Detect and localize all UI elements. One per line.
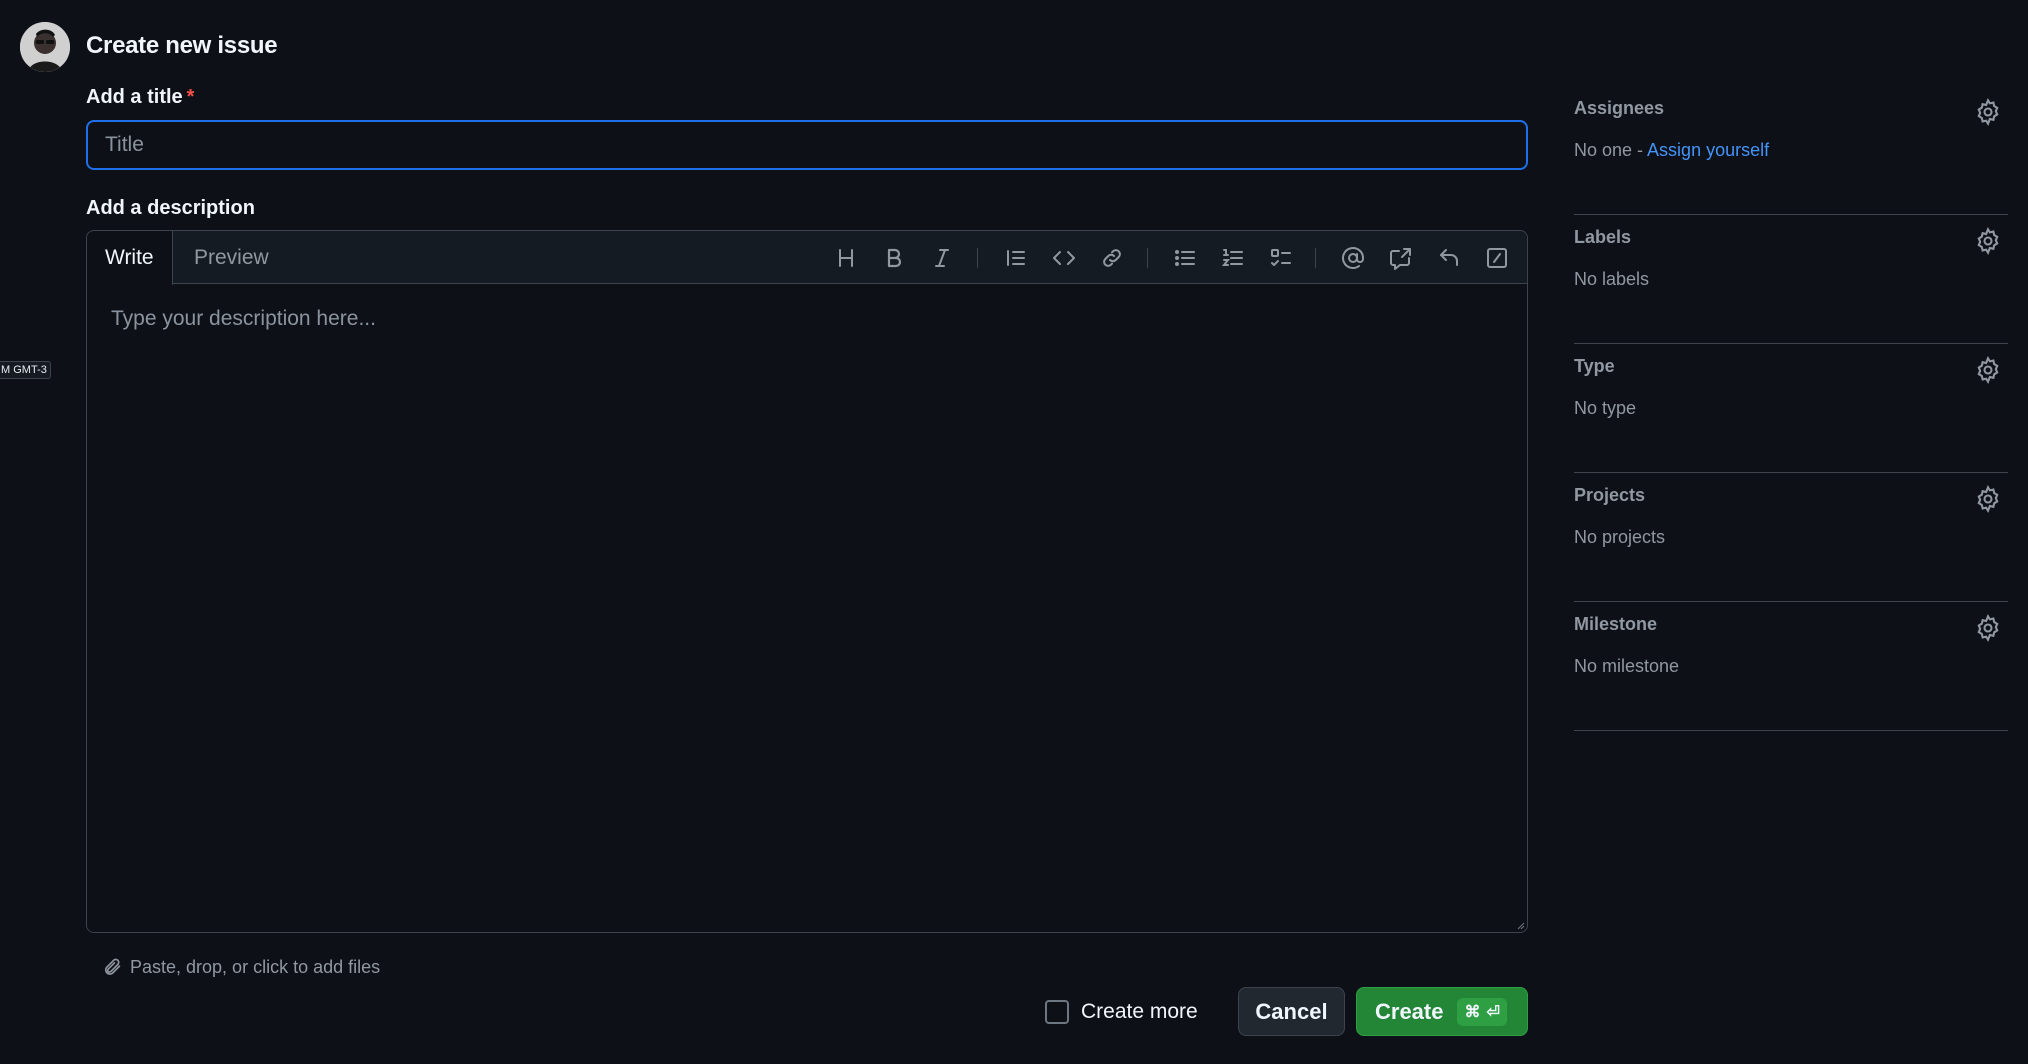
saved-replies-icon[interactable] xyxy=(1434,243,1464,273)
title-label: Add a title * xyxy=(86,86,194,109)
required-mark: * xyxy=(186,86,195,108)
title-label-text: Add a title xyxy=(86,86,183,108)
create-button[interactable]: Create ⌘ ⏎ xyxy=(1356,987,1528,1036)
cancel-button[interactable]: Cancel xyxy=(1238,987,1345,1036)
toolbar-divider xyxy=(1315,248,1316,268)
description-label: Add a description xyxy=(86,197,255,219)
italic-icon[interactable] xyxy=(927,243,957,273)
projects-value: No projects xyxy=(1574,527,1666,547)
task-list-icon[interactable] xyxy=(1266,243,1296,273)
description-editor: Write Preview xyxy=(86,230,1528,933)
sidebar-section-milestone: Milestone No milestone xyxy=(1574,602,2008,731)
type-value: No type xyxy=(1574,398,1637,418)
sidebar-title: Projects xyxy=(1574,485,1646,505)
sidebar-section-type: Type No type xyxy=(1574,344,2008,473)
description-textarea[interactable] xyxy=(87,285,1527,932)
sidebar-title: Milestone xyxy=(1574,614,1658,634)
create-more-label: Create more xyxy=(1081,1000,1198,1023)
sidebar-section-labels: Labels No labels xyxy=(1574,215,2008,344)
command-key-icon: ⌘ xyxy=(1464,1003,1481,1021)
code-icon[interactable] xyxy=(1049,243,1079,273)
gear-icon[interactable] xyxy=(1974,356,2002,384)
time-badge: M GMT-3 xyxy=(0,361,51,379)
gear-icon[interactable] xyxy=(1974,614,2002,642)
create-more-toggle[interactable]: Create more xyxy=(1045,997,1198,1027)
title-input[interactable] xyxy=(86,120,1528,170)
issue-sidebar: Assignees No one - Assign yourself Label… xyxy=(1574,86,2008,731)
tab-write[interactable]: Write xyxy=(87,231,173,285)
keyboard-shortcut: ⌘ ⏎ xyxy=(1457,997,1507,1026)
labels-value: No labels xyxy=(1574,269,1650,289)
resize-grip-icon[interactable] xyxy=(1515,920,1525,930)
avatar[interactable] xyxy=(20,22,70,72)
milestone-value: No milestone xyxy=(1574,656,1680,676)
ordered-list-icon[interactable] xyxy=(1218,243,1248,273)
sidebar-section-assignees: Assignees No one - Assign yourself xyxy=(1574,86,2008,215)
sidebar-title: Type xyxy=(1574,356,1615,376)
sidebar-title: Labels xyxy=(1574,227,1632,247)
toolbar-divider xyxy=(977,248,978,268)
create-issue-page: Create new issue M GMT-3 Add a title* Ad… xyxy=(0,0,2028,1064)
link-icon[interactable] xyxy=(1097,243,1127,273)
cross-reference-icon[interactable] xyxy=(1386,243,1416,273)
sidebar-title: Assignees xyxy=(1574,98,1665,118)
paperclip-icon xyxy=(104,958,121,975)
bold-icon[interactable] xyxy=(879,243,909,273)
gear-icon[interactable] xyxy=(1974,485,2002,513)
unordered-list-icon[interactable] xyxy=(1170,243,1200,273)
create-more-checkbox[interactable] xyxy=(1045,1000,1069,1024)
page-title: Create new issue xyxy=(86,32,278,59)
quote-icon[interactable] xyxy=(1001,243,1031,273)
create-button-label: Create xyxy=(1375,998,1444,1024)
tab-preview[interactable]: Preview xyxy=(176,231,287,285)
enter-key-icon: ⏎ xyxy=(1486,1003,1500,1021)
slash-commands-icon[interactable] xyxy=(1482,243,1512,273)
toolbar-divider xyxy=(1147,248,1148,268)
sidebar-section-projects: Projects No projects xyxy=(1574,473,2008,602)
sidebar-value: No one - Assign yourself xyxy=(1574,140,1769,161)
mention-icon[interactable] xyxy=(1338,243,1368,273)
assign-yourself-link[interactable]: Assign yourself xyxy=(1647,140,1769,160)
editor-toolbar: Write Preview xyxy=(87,231,1527,285)
assignees-value: No one - xyxy=(1574,140,1648,160)
attach-files[interactable]: Paste, drop, or click to add files xyxy=(102,955,380,979)
heading-icon[interactable] xyxy=(831,243,861,273)
gear-icon[interactable] xyxy=(1974,98,2002,126)
attach-files-label: Paste, drop, or click to add files xyxy=(130,956,381,977)
gear-icon[interactable] xyxy=(1974,227,2002,255)
